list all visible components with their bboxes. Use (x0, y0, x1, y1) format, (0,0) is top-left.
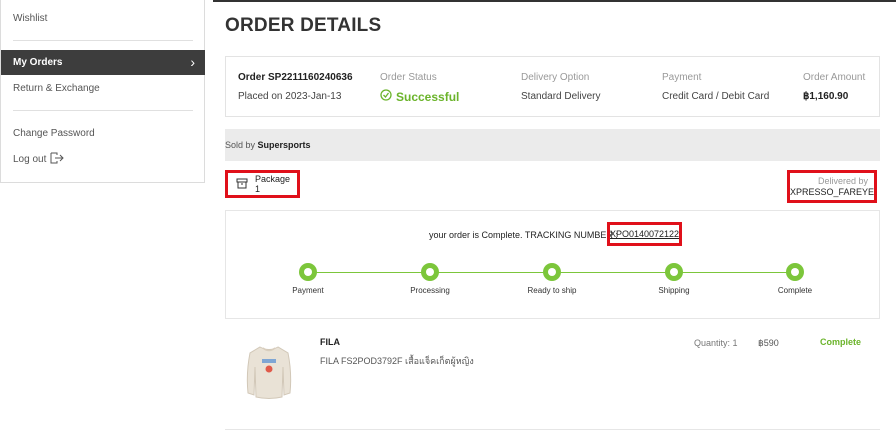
sidebar-divider (13, 40, 193, 41)
sidebar-item-wishlist[interactable]: Wishlist (13, 13, 47, 24)
progress-connector (682, 272, 794, 273)
order-number-col: Order SP2211160240636 Placed on 2023-Jan… (238, 72, 353, 102)
sidebar-item-label: My Orders (13, 57, 63, 68)
order-amount-col: Order Amount ฿1,160.90 (803, 72, 865, 102)
order-item-row (225, 318, 880, 430)
payment-col: Payment Credit Card / Debit Card (662, 72, 769, 102)
order-amount-label: Order Amount (803, 72, 866, 83)
page-title: ORDER DETAILS (225, 15, 382, 36)
delivery-option-value: Standard Delivery (521, 91, 601, 102)
sidebar-item-change-password[interactable]: Change Password (13, 128, 95, 139)
package-name: Package 1 (255, 174, 291, 194)
step-label-shipping: Shipping (658, 286, 690, 295)
step-label-complete: Complete (777, 286, 813, 295)
package-label: Package 1 (225, 170, 300, 198)
product-brand: FILA (320, 337, 340, 347)
status-text: Successful (396, 89, 460, 104)
seller-bar: Sold by Supersports (225, 129, 880, 161)
account-sidebar: Wishlist My Orders › Return & Exchange C… (0, 0, 205, 183)
sidebar-item-label: Log out (13, 154, 47, 165)
order-status-label: Order Status (380, 72, 437, 83)
step-label-ready-to-ship: Ready to ship (527, 286, 577, 295)
delivery-option-label: Delivery Option (521, 72, 590, 83)
delivery-option-col: Delivery Option Standard Delivery (521, 72, 600, 102)
progress-connector (438, 272, 550, 273)
delivered-by-label: Delivered by (817, 176, 868, 186)
step-label-processing: Processing (410, 286, 450, 295)
tracking-number-link[interactable]: XPO0140072122 (607, 222, 682, 246)
check-circle-icon (380, 89, 392, 104)
product-price: ฿590 (758, 338, 779, 348)
delivered-by: Delivered by XPRESSO_FAREYE (787, 170, 877, 203)
order-summary: Order SP2211160240636 Placed on 2023-Jan… (225, 56, 880, 117)
order-status-value: Successful (380, 89, 459, 104)
sidebar-item-my-orders[interactable]: My Orders › (1, 50, 205, 75)
step-dot-ready-to-ship (543, 263, 561, 281)
logout-icon (50, 152, 65, 167)
tracking-message: your order is Complete. TRACKING NUMBER … (429, 230, 618, 240)
progress-connector (316, 272, 428, 273)
product-quantity: Quantity: 1 (694, 338, 738, 348)
step-dot-shipping (665, 263, 683, 281)
seller-name: Supersports (257, 140, 311, 150)
item-status-badge: Complete (820, 337, 862, 347)
order-amount-value: ฿1,160.90 (803, 91, 849, 102)
seller-prefix: Sold by (225, 140, 258, 150)
chevron-right-icon: › (190, 54, 195, 70)
payment-value: Credit Card / Debit Card (662, 91, 770, 102)
order-number: Order SP2211160240636 (238, 72, 353, 83)
delivered-by-carrier: XPRESSO_FAREYE (790, 187, 875, 197)
step-label-payment: Payment (292, 286, 324, 295)
order-status-col: Order Status Successful (380, 72, 459, 104)
step-dot-complete (786, 263, 804, 281)
progress-connector (560, 272, 672, 273)
product-image[interactable] (246, 343, 292, 406)
step-dot-payment (299, 263, 317, 281)
step-dot-processing (421, 263, 439, 281)
product-name[interactable]: FILA FS2POD3792F เสื้อแจ็คเก็ตผู้หญิง (320, 354, 474, 368)
order-placed-date: Placed on 2023-Jan-13 (238, 91, 342, 102)
sidebar-divider (13, 110, 193, 111)
top-divider (213, 0, 896, 2)
sidebar-item-logout[interactable]: Log out (13, 152, 65, 167)
payment-label: Payment (662, 72, 702, 83)
package-box-icon (236, 178, 255, 191)
sidebar-item-return-exchange[interactable]: Return & Exchange (13, 83, 100, 94)
